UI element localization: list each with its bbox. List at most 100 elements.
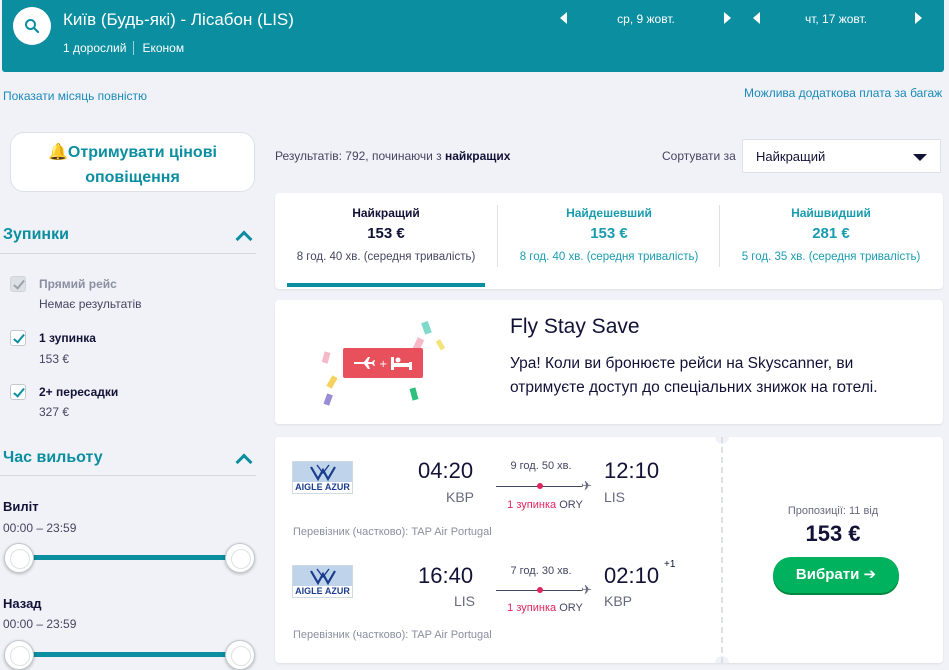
two-plus-stops-price: 327 € [39,405,70,419]
airline-name: AIGLE AZUR [295,482,350,492]
two-plus-stops-label[interactable]: 2+ пересадки [39,385,118,399]
trip-details[interactable]: 1 дорослий Економ [63,41,184,55]
sort-select[interactable]: Найкращий [742,139,941,173]
bird-logo-icon [310,568,336,586]
results-count-text: Результатів: 792, починаючи з [275,149,445,163]
flight-hotel-illustration: + [321,320,446,406]
price-alert-label-line2: оповіщення [85,169,180,186]
tab-duration: 8 год. 40 хв. (середня тривалість) [519,251,699,263]
outbound-time-slider[interactable] [16,555,241,560]
flight-duration: 7 год. 30 хв. [510,565,572,577]
return-date[interactable]: чт, 17 жовт. [772,12,900,26]
tab-title: Найкращий [352,206,420,220]
direct-flight-price: Немає результатів [39,297,142,311]
active-tab-indicator [287,283,485,287]
one-stop-checkbox[interactable] [10,330,26,346]
return-time-label: Назад [3,596,42,611]
price-alert-label-line1: 🔔Отримувати цінові [48,144,217,161]
sort-selected-value: Найкращий [756,149,826,164]
airline-logo: AIGLE AZUR [292,461,353,494]
prev-return-date-icon[interactable] [753,12,760,24]
day-offset: +1 [664,559,676,570]
two-plus-stops-checkbox[interactable] [10,384,26,400]
stops-info: 1 зупинка ORY [485,499,605,511]
stop-count: 1 зупинка [507,602,557,614]
depart-date[interactable]: ср, 9 жовт. [582,12,710,26]
offers-count: Пропозиції: 11 від [787,505,879,517]
baggage-fee-link[interactable]: Можлива додаткова плата за багаж [744,86,942,100]
airline-name: AIGLE AZUR [295,586,350,596]
tab-cheapest[interactable]: Найдешевший 153 € 8 год. 40 хв. (середня… [498,193,720,289]
search-icon [25,19,40,34]
stop-count: 1 зупинка [507,499,557,511]
show-whole-month-link[interactable]: Показати місяць повністю [3,89,147,103]
operating-carrier: Перевізник (частково): TAP Air Portugal [293,629,492,641]
sort-label: Сортувати за [662,149,736,163]
flight-result-card[interactable]: AIGLE AZUR 04:20 KBP 9 год. 50 хв. ✈ 1 з… [275,437,943,663]
return-slider-start-handle[interactable] [4,640,34,670]
search-button[interactable] [13,7,51,45]
departure-time: 16:40 [418,563,474,588]
stop-airport: ORY [559,499,583,511]
search-header: Київ (Будь-які) - Лісабон (LIS) 1 доросл… [2,0,944,72]
sort-tabs: Найкращий 153 € 8 год. 40 хв. (середня т… [275,193,943,289]
outbound-time-range: 00:00 – 23:59 [3,521,77,535]
tab-title: Найдешевший [566,206,652,220]
flight-price: 153 € [805,521,861,546]
one-stop-label[interactable]: 1 зупинка [39,331,96,345]
arrival-airport: LIS [604,489,626,505]
one-stop-price: 153 € [39,352,70,366]
promo-title: Fly Stay Save [510,315,640,338]
next-return-date-icon[interactable] [915,12,922,24]
bird-logo-icon [310,464,336,482]
divider [0,253,256,254]
outbound-time-label: Виліт [3,499,39,514]
arrival-time: 12:10 [604,458,660,483]
direct-flight-label: Прямий рейс [39,277,117,291]
departure-time: 04:20 [418,458,474,483]
tab-price: 281 € [812,225,850,242]
next-depart-date-icon[interactable] [724,12,731,24]
svg-text:+: + [379,359,387,370]
return-time-slider[interactable] [16,652,241,657]
stop-dot [537,483,543,489]
divider [133,41,135,55]
promo-text: Ура! Коли ви бронюєте рейси на Skyscanne… [510,355,878,396]
airline-logo: AIGLE AZUR [292,565,353,598]
arrival-time: 02:10 [604,563,660,588]
chevron-up-icon[interactable] [235,230,253,248]
route-title[interactable]: Київ (Будь-які) - Лісабон (LIS) [63,10,294,30]
prev-depart-date-icon[interactable] [560,12,567,24]
departure-time-filter-title[interactable]: Час вильоту [3,449,103,467]
divider [0,475,256,476]
arrival-airport: KBP [604,593,633,609]
ticket-divider [721,437,723,663]
stops-info: 1 зупинка ORY [485,602,605,614]
price-alert-button[interactable]: 🔔Отримувати цінові оповіщення [10,132,255,192]
outbound-slider-end-handle[interactable] [225,543,255,573]
plane-icon: ✈ [581,582,592,597]
departure-airport: KBP [446,489,475,505]
plane-icon: ✈ [581,478,592,493]
stops-filter-title[interactable]: Зупинки [3,226,69,244]
tab-duration: 8 год. 40 хв. (середня тривалість) [296,251,476,263]
return-time-range: 00:00 – 23:59 [3,617,77,631]
flight-duration: 9 год. 50 хв. [510,460,572,472]
tab-title: Найшвидший [791,206,871,220]
direct-flight-checkbox [10,276,26,292]
fly-stay-save-promo[interactable]: + Fly Stay Save Ура! Коли ви бронюєте ре… [275,300,943,424]
stop-dot [537,587,543,593]
results-sort-highlight: найкращих [445,149,511,163]
tab-price: 153 € [367,225,405,242]
tab-fastest[interactable]: Найшвидший 281 € 5 год. 35 хв. (середня … [720,193,942,289]
return-slider-end-handle[interactable] [225,640,255,670]
tab-duration: 5 год. 35 хв. (середня тривалість) [741,251,921,263]
cabin-class: Економ [142,41,185,55]
stop-airport: ORY [559,602,583,614]
chevron-up-icon[interactable] [235,453,253,471]
passengers: 1 дорослий [63,41,127,55]
tab-price: 153 € [590,225,628,242]
outbound-slider-start-handle[interactable] [4,543,34,573]
select-flight-button[interactable]: Вибрати ➔ [773,557,899,593]
tab-best[interactable]: Найкращий 153 € 8 год. 40 хв. (середня т… [275,193,497,289]
